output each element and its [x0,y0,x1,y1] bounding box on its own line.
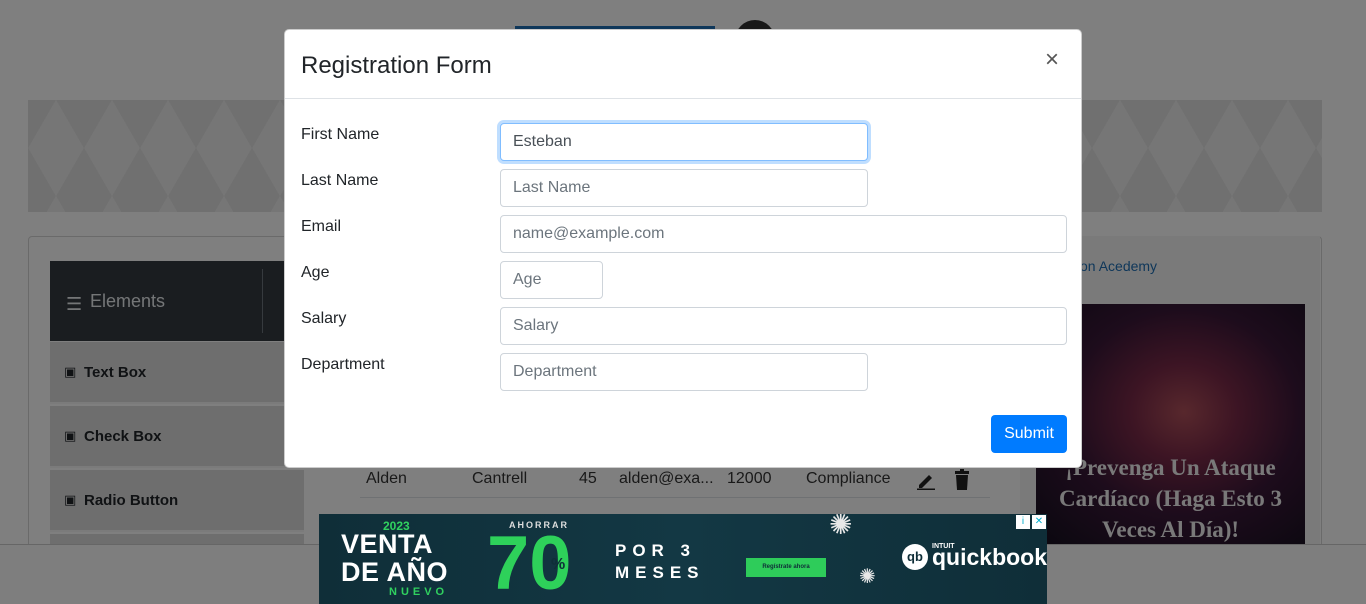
ad-period-line1: POR 3 [615,541,697,560]
modal-header: Registration Form × [285,30,1081,99]
modal-title: Registration Form [301,52,492,79]
ad-period: POR 3 MESES [615,540,705,584]
last-name-label: Last Name [301,172,379,189]
ad-percent: % [551,556,566,573]
firework-icon: ✺ [859,566,876,588]
age-label: Age [301,264,330,281]
first-name-label: First Name [301,126,380,143]
ad-headline: VENTA DE AÑO [341,530,448,586]
ad-cta-button[interactable]: Regístrate ahora [746,558,826,577]
ad-headline-line2: DE AÑO [341,557,449,587]
submit-button[interactable]: Submit [991,415,1067,453]
close-icon[interactable]: × [1045,48,1059,72]
quickbooks-logo-icon: qb [902,544,928,570]
email-input[interactable] [500,215,1067,253]
ad-brand: quickbooks [932,544,1047,570]
ad-headline-line1: VENTA [341,529,434,559]
ad-info-icon[interactable]: i [1016,515,1030,529]
first-name-input[interactable] [500,123,868,161]
ad-period-line2: MESES [615,563,705,582]
ad-headline-line3: NUEVO [389,586,449,598]
salary-label: Salary [301,310,347,327]
age-input[interactable] [500,261,603,299]
salary-input[interactable] [500,307,1067,345]
bottom-ad-banner[interactable]: 2023 VENTA DE AÑO NUEVO AHORRAR 70 % POR… [319,514,1047,604]
department-label: Department [301,356,385,373]
last-name-input[interactable] [500,169,868,207]
email-label: Email [301,218,342,235]
ad-close-icon[interactable]: ✕ [1032,515,1046,529]
department-input[interactable] [500,353,868,391]
firework-icon: ✺ [829,514,853,540]
registration-modal: Registration Form × First Name Last Name… [284,29,1082,468]
